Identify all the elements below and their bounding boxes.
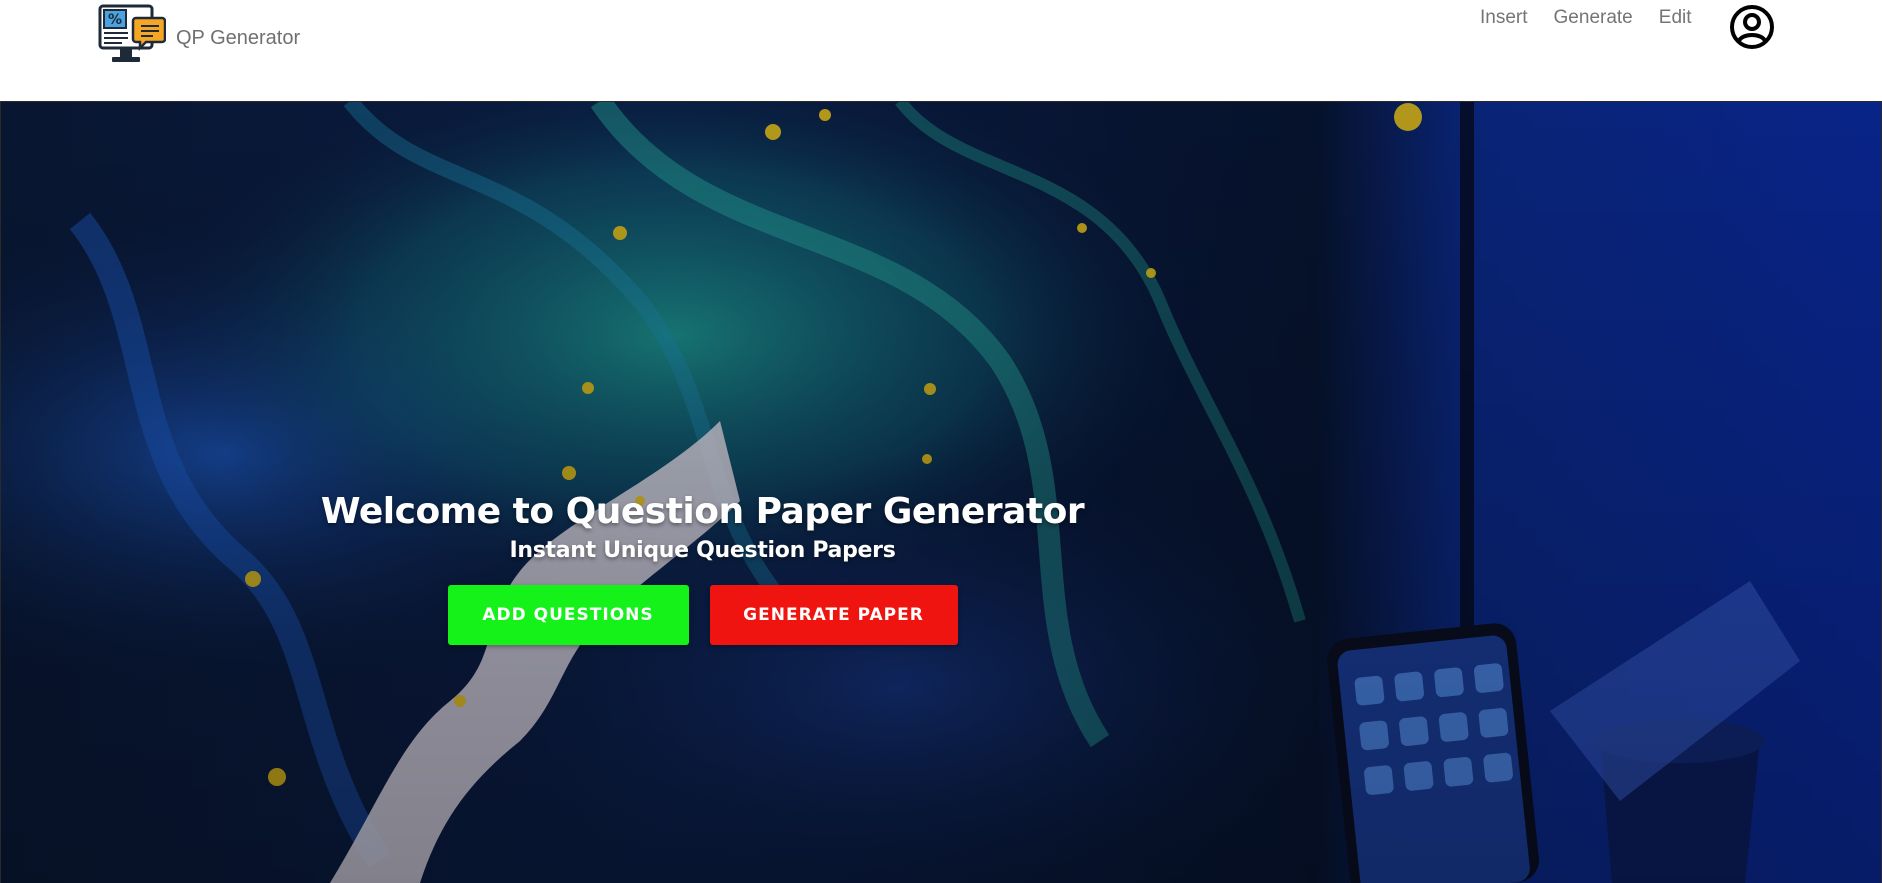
generate-paper-button[interactable]: GENERATE PAPER [709, 585, 958, 645]
brand-link[interactable]: % QP Generator [98, 4, 300, 66]
nav-item-edit[interactable]: Edit [1659, 7, 1692, 29]
page: % QP Generator Insert Generate Edit Welc… [0, 0, 1882, 883]
svg-text:%: % [108, 12, 122, 28]
computer-with-chat-icon: % [98, 4, 166, 62]
add-questions-button[interactable]: ADD QUESTIONS [447, 585, 689, 645]
brand-name: QP Generator [176, 26, 301, 49]
navbar: % QP Generator Insert Generate Edit [0, 0, 1882, 101]
nav-links: Insert Generate Edit [1480, 4, 1718, 32]
hero-content: Welcome to Question Paper Generator Inst… [0, 491, 1405, 645]
hero-section: Welcome to Question Paper Generator Inst… [0, 101, 1882, 883]
nav-item-insert[interactable]: Insert [1480, 7, 1528, 29]
hero-subtitle: Instant Unique Question Papers [509, 538, 896, 563]
hero-buttons: ADD QUESTIONS GENERATE PAPER [0, 585, 1405, 645]
nav-item-generate[interactable]: Generate [1554, 7, 1633, 29]
user-circle-icon[interactable] [1729, 4, 1775, 50]
hero-title: Welcome to Question Paper Generator [320, 491, 1085, 532]
